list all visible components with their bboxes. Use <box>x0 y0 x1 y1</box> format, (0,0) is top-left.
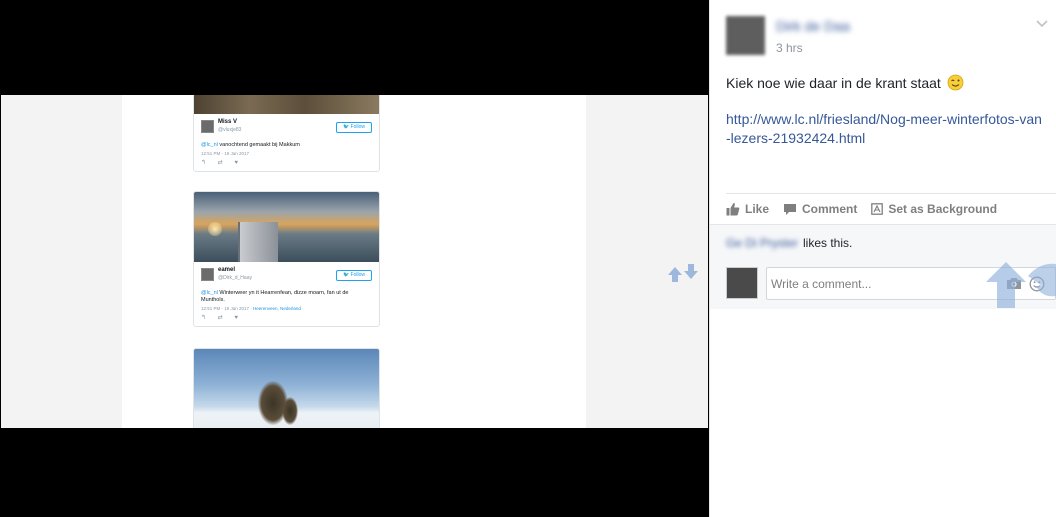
tweet-handle: @Dirk_d_Haay <box>218 275 252 281</box>
tweet-actions: ↰ ⇄ ♥ <box>201 160 243 166</box>
tweet-card: eamel @Dirk_d_Haay 🐦 Follow @lc_nl Winte… <box>193 191 380 327</box>
post-panel: Dirk de Daa 3 hrs Kiek noe wie daar in d… <box>709 0 1056 517</box>
tweet-avatar <box>201 120 214 133</box>
tweet-image <box>194 95 379 114</box>
post-timestamp[interactable]: 3 hrs <box>776 41 803 55</box>
tweet-header: Miss V @vluxje83 🐦 Follow <box>201 118 372 140</box>
wink-emoji-icon <box>947 74 964 91</box>
set-background-icon <box>871 203 884 215</box>
photo[interactable]: Miss V @vluxje83 🐦 Follow @lc_nl vanocht… <box>1 95 708 428</box>
likes-text: likes this. <box>803 236 853 250</box>
thumbs-up-icon <box>726 202 740 216</box>
comment-bubble-icon <box>784 203 797 215</box>
chevron-down-icon[interactable] <box>1036 20 1048 28</box>
tweet-actions: ↰ ⇄ ♥ <box>201 315 243 321</box>
commenter-avatar <box>726 267 758 299</box>
set-background-button[interactable]: Set as Background <box>871 202 997 216</box>
viewer-arrows-icon[interactable] <box>666 263 700 283</box>
comment-box <box>766 267 1056 300</box>
like-button[interactable]: Like <box>726 202 769 216</box>
tweet-time: 12:51 PM - 19 Jan 2017 <box>201 151 250 156</box>
author-avatar[interactable] <box>726 16 765 55</box>
author-name[interactable]: Dirk de Daa <box>776 18 850 34</box>
smiley-icon[interactable] <box>1029 276 1045 292</box>
photo-viewer: Miss V @vluxje83 🐦 Follow @lc_nl vanocht… <box>0 0 709 517</box>
comment-button[interactable]: Comment <box>783 202 857 216</box>
tweet-name: Miss V <box>218 119 238 125</box>
likes-and-comments: Ge Di Pryster likes this. <box>710 224 1056 309</box>
tweet-text: @lc_nl vanochtend gemaakt bij Makkum <box>201 142 300 148</box>
tweet-name: eamel <box>218 267 236 273</box>
tweet-image <box>194 192 379 262</box>
tweet-avatar <box>201 268 214 281</box>
tweet-header: eamel @Dirk_d_Haay 🐦 Follow <box>201 266 372 288</box>
tweet-card <box>193 348 380 428</box>
tweet-time: 12:51 PM - 19 Jan 2017 · Heerenveen, Ned… <box>201 306 301 311</box>
follow-button: 🐦 Follow <box>336 122 372 133</box>
screenshot-page: Miss V @vluxje83 🐦 Follow @lc_nl vanocht… <box>122 95 586 428</box>
tweet-image <box>194 349 379 428</box>
liker-name[interactable]: Ge Di Pryster <box>726 236 798 250</box>
post-actions: Like Comment Set as Background <box>726 193 1056 224</box>
post-text: Kiek noe wie daar in de krant staat <box>726 74 964 91</box>
post-link[interactable]: http://www.lc.nl/friesland/Nog-meer-wint… <box>726 110 1044 148</box>
tweet-text: @lc_nl Winterweer yn it Hearrenfean, diz… <box>201 290 349 303</box>
comment-input[interactable] <box>767 268 997 299</box>
camera-icon[interactable] <box>1006 277 1022 290</box>
tweet-handle: @vluxje83 <box>218 127 242 133</box>
follow-button: 🐦 Follow <box>336 270 372 281</box>
tweet-card: Miss V @vluxje83 🐦 Follow @lc_nl vanocht… <box>193 95 380 172</box>
